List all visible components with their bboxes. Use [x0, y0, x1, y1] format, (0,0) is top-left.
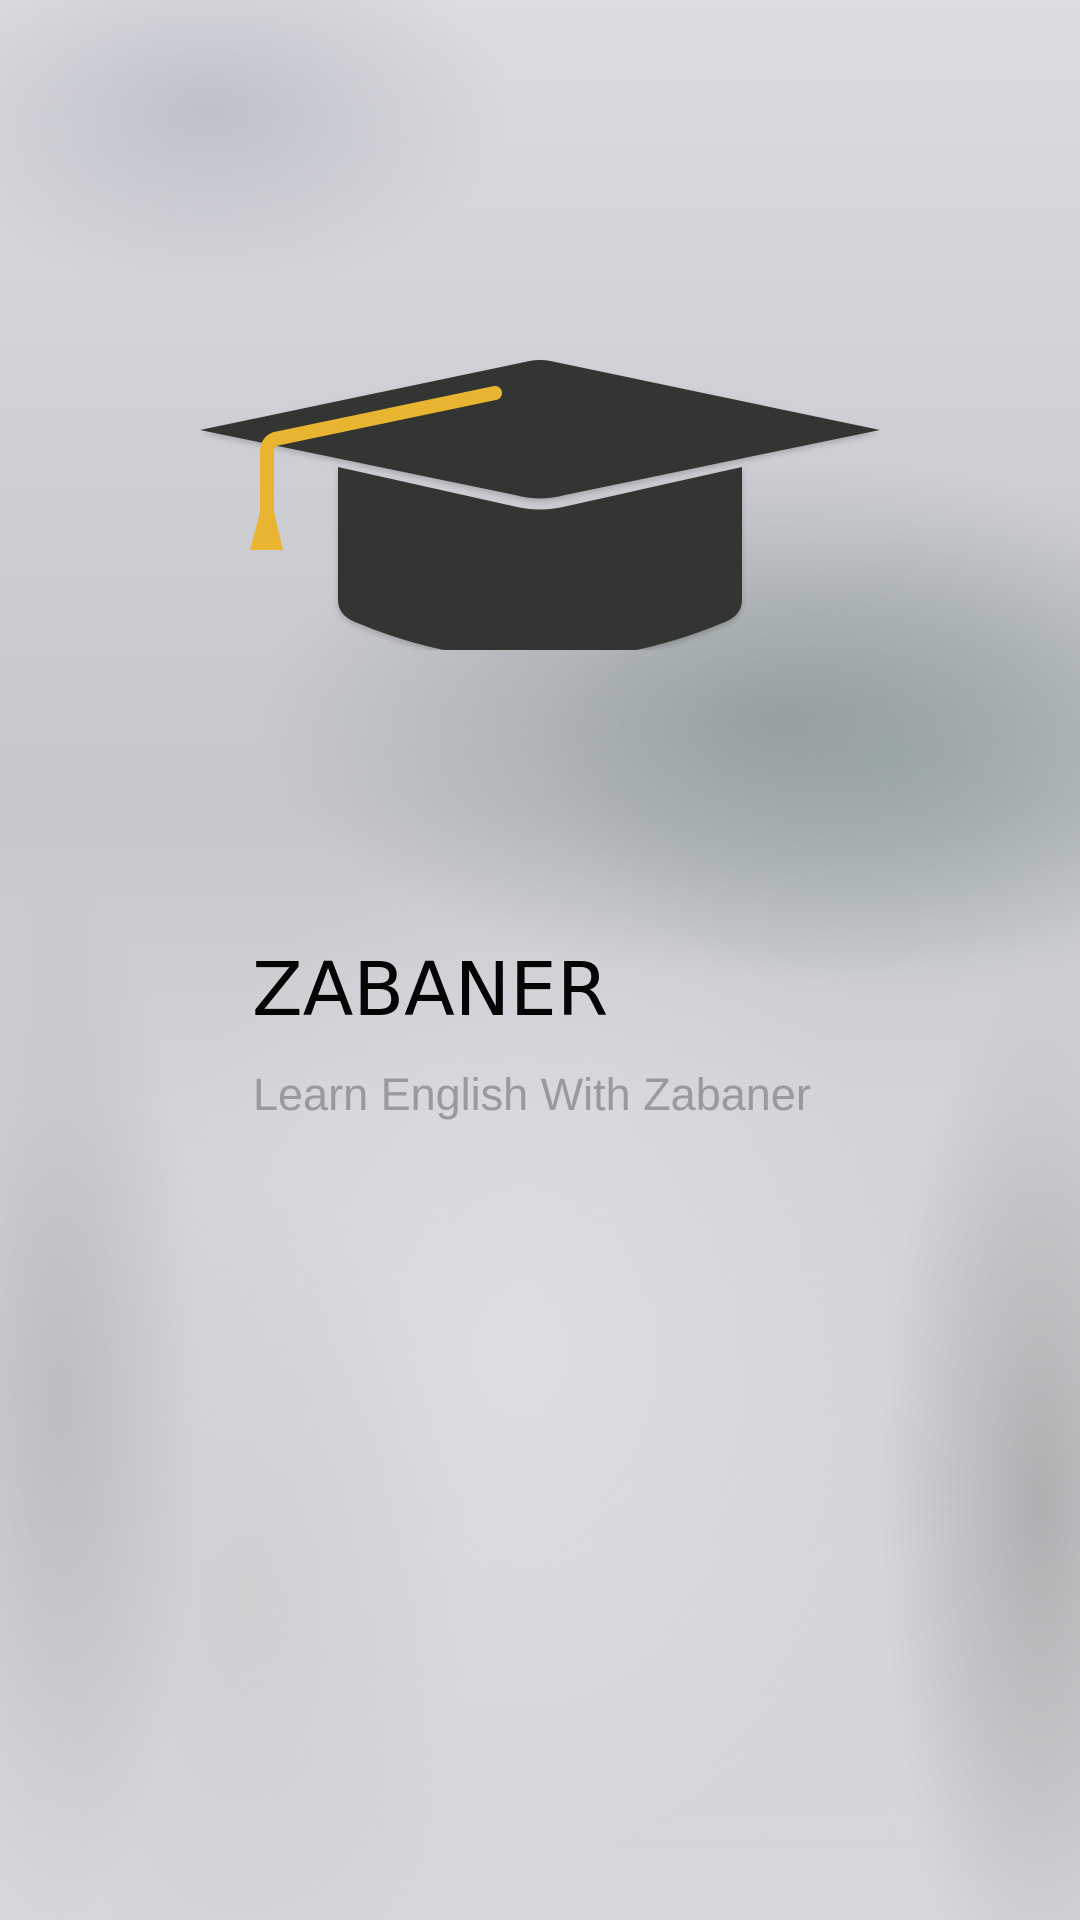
- splash-screen: ZABANER Learn English With Zabaner: [0, 0, 1080, 1920]
- graduation-cap-icon: [200, 360, 880, 650]
- app-subtitle: Learn English With Zabaner: [253, 1069, 811, 1120]
- app-logo: [195, 350, 885, 650]
- app-title: ZABANER: [252, 947, 609, 1033]
- tassel: [250, 512, 283, 550]
